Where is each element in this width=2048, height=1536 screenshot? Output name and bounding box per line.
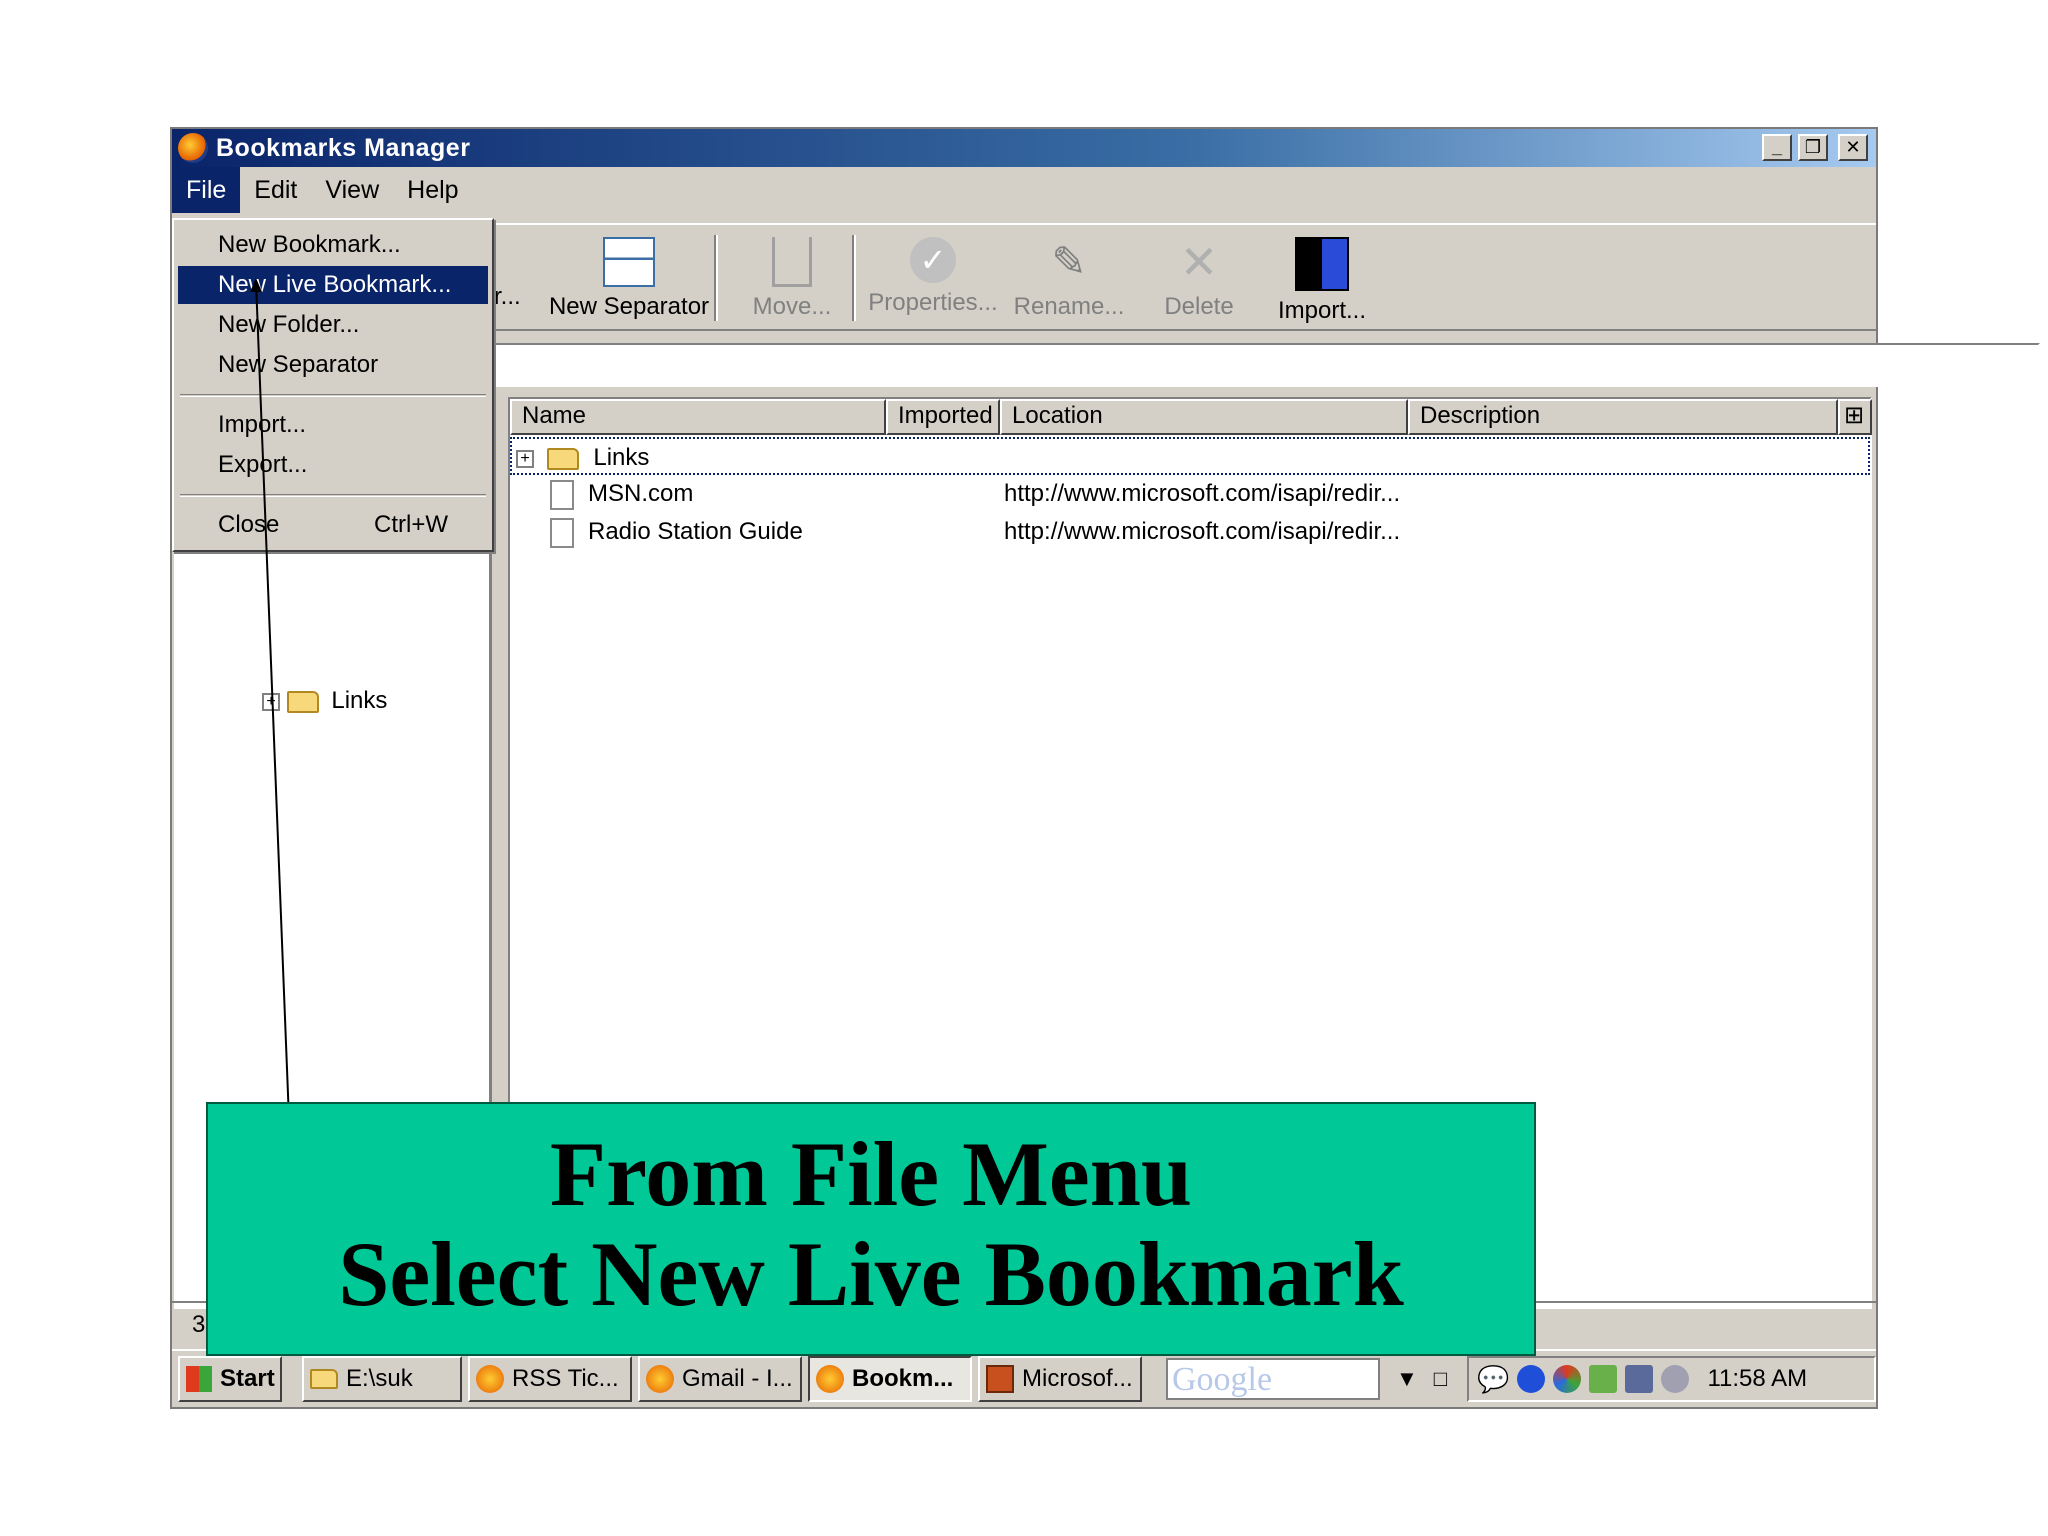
callout-line-2: Select New Live Bookmark [338, 1223, 1404, 1325]
callout-line-1: From File Menu [549, 1123, 1193, 1225]
instruction-callout: From File Menu Select New Live Bookmark [206, 1102, 1536, 1356]
